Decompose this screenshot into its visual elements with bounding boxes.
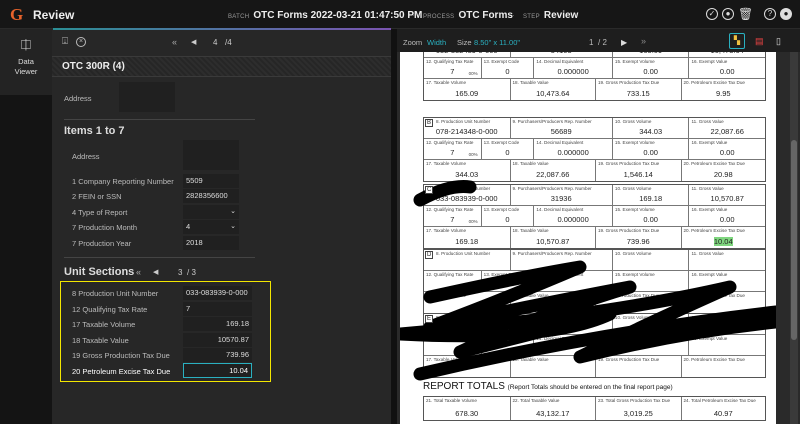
size-value: 8.50" x 11.00" [474,38,521,47]
select-value: 4 [186,222,191,231]
process-crumb: PROCESS OTC Forms [423,10,513,21]
process-label: PROCESS [423,14,455,20]
prev-doc-button[interactable]: ◀ [191,38,196,46]
unit-page-total: / 3 [187,268,196,277]
zoom-value[interactable]: Width [427,38,446,47]
field-label: 19 Gross Production Tax Due [72,351,170,360]
viewer-page-input[interactable]: 1 [589,38,593,47]
process-value: OTC Forms [458,10,513,21]
batch-crumb: BATCH OTC Forms 2022-03-21 01:47:50 PM [228,10,422,21]
gross-production-tax-input[interactable]: 739.96 [183,348,252,362]
last-page-button[interactable]: » [641,36,646,46]
separator: · [412,11,415,20]
petroleum-excise-tax-input[interactable]: 10.04 [183,363,252,378]
step-value: Review [543,10,579,21]
items-address-input[interactable] [183,140,239,170]
divider [64,257,255,258]
taxable-volume-input[interactable]: 169.18 [183,317,252,331]
document-page: A8. Production Unit Number052-352489-0-0… [400,52,776,424]
first-doc-button[interactable]: « [172,37,177,47]
production-unit-number-input[interactable]: 033-083939-0-000 [183,286,252,300]
field-label: 4 Type of Report [72,208,128,217]
data-viewer-label: Data Viewer [14,57,38,76]
items-title: Items 1 to 7 [64,125,125,137]
scrollbar-thumb[interactable] [791,140,797,340]
app-title: Review [33,8,75,22]
units-title: Unit Sections [64,266,135,278]
chevron-down-icon: ⌄ [230,223,236,230]
field-label: 17 Taxable Volume [72,320,136,329]
field-label: 7 Production Month [72,223,138,232]
stop-icon[interactable]: ● [722,8,734,20]
taxable-value-input[interactable]: 10570.87 [183,333,252,347]
export-icon[interactable]: ⍗ [62,36,68,47]
next-page-button[interactable]: ▶ [621,38,627,47]
approve-check-icon[interactable]: ✓ [706,8,718,20]
divider [64,119,255,120]
field-label: 2 FEIN or SSN [72,192,122,201]
page-icon[interactable]: ▯ [776,36,781,47]
close-icon[interactable]: × [76,37,86,47]
progress-line [53,28,391,30]
section-tag: E [425,315,434,323]
type-of-report-select[interactable]: ⌄ [183,205,239,219]
qualifying-tax-rate-input[interactable]: 7 [183,302,252,316]
field-label: 18 Taxable Value [72,336,129,345]
user-avatar-icon[interactable]: ● [780,8,792,20]
app-logo: G [10,5,24,24]
scribble-stroke [400,180,776,381]
field-label: 20 Petroleum Excise Tax Due [72,367,171,376]
address-input[interactable] [119,82,175,112]
zoom-label: Zoom [403,38,423,47]
field-label: 12 Qualifying Tax Rate [72,305,148,314]
step-label: STEP [523,14,540,20]
step-crumb: STEP Review [523,10,578,21]
chevron-down-icon: ⌄ [230,208,236,215]
doc-page-input[interactable]: 4 [213,38,217,47]
viewer-page-total: / 2 [598,38,607,47]
doc-page-total: /4 [225,38,232,47]
company-reporting-number-input[interactable]: 5509 [183,174,239,188]
nav-data-viewer[interactable]: ⎅ Data Viewer [0,29,52,95]
help-icon[interactable]: ? [764,8,776,20]
redaction-scribble [400,180,776,381]
form-title: OTC 300R (4) [62,61,125,72]
field-label: 1 Company Reporting Number [72,177,174,186]
separator: · [512,11,515,20]
size-label: Size [457,38,472,47]
overlay-toggle-icon[interactable]: ▚ [729,33,745,49]
fein-input[interactable]: 2828356600 [183,189,239,203]
batch-value: OTC Forms 2022-03-21 01:47:50 PM [253,10,423,21]
field-label: Address [72,152,100,161]
address-label: Address [64,94,92,103]
field-label: 7 Production Year [72,239,132,248]
section-tag: D [425,251,434,259]
field-label: 8 Production Unit Number [72,289,159,298]
unit-page-input[interactable]: 3 [178,268,182,277]
section-tag: B [425,119,434,127]
trash-icon[interactable]: 🗑 [738,7,753,21]
data-viewer-icon: ⎅ [20,37,32,52]
batch-label: BATCH [228,14,250,20]
section-tag: C [425,186,434,194]
prev-unit-button[interactable]: ◀ [153,268,158,276]
pdf-icon[interactable]: ▤ [755,36,764,47]
production-month-select[interactable]: 4 ⌄ [183,220,239,234]
production-year-input[interactable]: 2018 [183,236,239,250]
first-unit-button[interactable]: « [136,267,141,277]
